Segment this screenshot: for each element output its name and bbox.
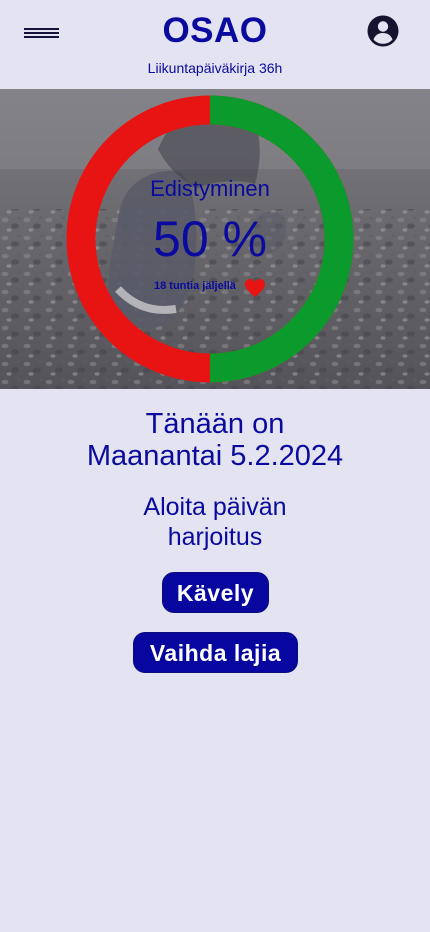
heart-icon	[245, 279, 265, 297]
start-line-2: harjoitus	[167, 523, 263, 551]
change-activity-button[interactable]: Vaihda lajia	[133, 632, 298, 673]
activity-walk-button[interactable]: Kävely	[162, 572, 269, 613]
progress-hero: Edistyminen 50 % 18 tuntia jäljellä	[0, 89, 430, 389]
progress-label: Edistyminen	[150, 176, 270, 201]
progress-percentage: 50 %	[153, 211, 267, 267]
app-header: OSAO Liikuntapäiväkirja 36h	[0, 0, 430, 89]
today-date: Tänään on Maanantai 5.2.2024	[0, 408, 430, 472]
today-line-2: Maanantai 5.2.2024	[86, 440, 344, 472]
account-circle-icon[interactable]	[366, 14, 400, 48]
start-line-1: Aloita päivän	[143, 493, 287, 521]
hours-remaining: 18 tuntia jäljellä	[154, 280, 236, 292]
today-line-1: Tänään on	[145, 408, 285, 440]
app-subtitle: Liikuntapäiväkirja 36h	[147, 60, 283, 76]
start-workout-prompt: Aloita päivän harjoitus	[0, 492, 430, 552]
